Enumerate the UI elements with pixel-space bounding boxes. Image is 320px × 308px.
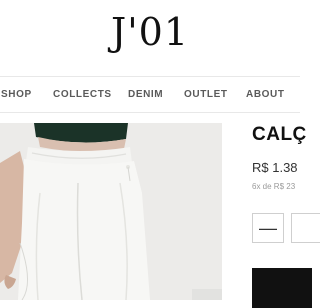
product-photo [0, 123, 222, 300]
product-title: CALÇ [252, 124, 307, 145]
installments-text: 6x de R$ 23 [252, 182, 296, 191]
minus-icon: — [259, 217, 277, 238]
main-nav: SHOP COLLECTS DENIM OUTLET ABOUT [0, 76, 300, 113]
product-image[interactable] [0, 123, 222, 300]
quantity-input[interactable] [291, 213, 320, 243]
buy-button[interactable] [252, 268, 312, 308]
nav-item-about[interactable]: ABOUT [246, 89, 285, 100]
nav-item-shop[interactable]: SHOP [1, 89, 32, 100]
nav-item-outlet[interactable]: OUTLET [184, 89, 228, 100]
nav-item-collects[interactable]: COLLECTS [53, 89, 112, 100]
nav-item-denim[interactable]: DENIM [128, 89, 163, 100]
brand-logo[interactable]: J'01 [0, 10, 300, 54]
site-header: J'01 [0, 0, 300, 76]
quantity-decrement-button[interactable]: — [252, 213, 284, 243]
product-price: R$ 1.38 [252, 160, 298, 175]
